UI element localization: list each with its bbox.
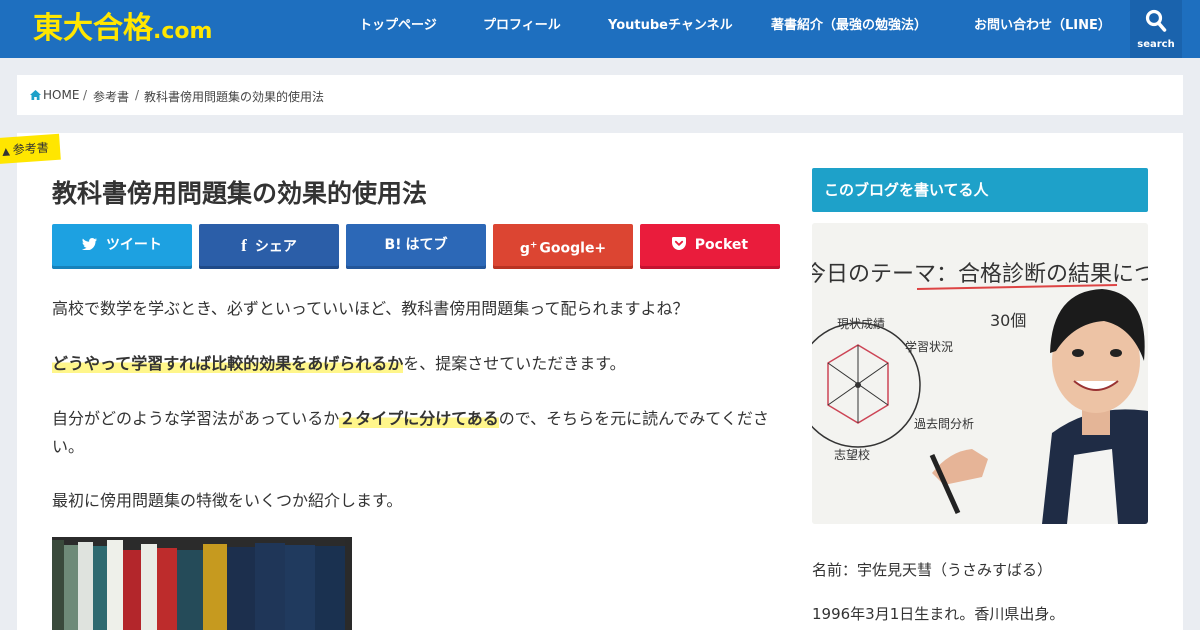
pocket-label: Pocket [694,237,749,253]
hatena-label: はてブ [405,237,448,253]
facebook-share-label: シェア [254,239,297,255]
chart-label-school: 志望校 [834,447,870,462]
article-image [52,537,352,630]
twitter-icon [82,237,102,253]
paragraph-intro: 高校で数学を学ぶとき、必ずといっていいほど、教科書傍用問題集って配られますよね？ [52,299,689,318]
tweet-button[interactable]: ツイート [52,224,192,269]
facebook-icon: f [241,236,247,255]
article-title: 教科書傍用問題集の効果的使用法 [52,179,428,208]
search-icon [1145,9,1167,32]
site-logo[interactable]: 東大合格.com [33,14,212,44]
facebook-share-button[interactable]: f シェア [199,224,339,269]
nav-item-top[interactable]: トップページ [359,14,437,33]
pocket-button[interactable]: Pocket [640,224,780,269]
logo-suffix: .com [153,19,213,44]
breadcrumb: HOME / 参考書 / 教科書傍用問題集の効果的使用法 [17,75,1183,115]
site-header: 東大合格.com トップページ プロフィール Youtubeチャンネル 著書紹介… [0,0,1200,58]
search-button[interactable]: search [1130,0,1182,58]
google-plus-button[interactable]: g+ Google+ [493,224,633,269]
paragraph-text: ので、そちらを元に読んでみてくださ [498,409,769,428]
nav-item-contact[interactable]: お問い合わせ（LINE） [974,14,1111,33]
category-badge[interactable]: ▲ 参考書 [0,133,61,165]
folder-icon: ▲ [1,146,11,158]
pocket-icon [671,237,691,253]
category-badge-label: 参考書 [12,140,50,157]
paragraph-features: 最初に傍用問題集の特徴をいくつか紹介します。 [52,491,403,510]
highlight-text: ２タイプに分けてある [339,409,499,428]
author-birth: 1996年3月1日生まれ。香川県出身。 [812,605,1065,623]
whiteboard-count: 30個 [990,311,1026,330]
hatena-bookmark-button[interactable]: B! はてブ [346,224,486,269]
chart-label-current: 現状成績 [837,317,885,331]
paragraph-text: 自分がどのような学習法があっているか [52,409,340,428]
highlight-text: どうやって学習すれば比較的効果をあげられるか [52,354,404,373]
paragraph-text: を、提案させていただきます。 [403,354,626,373]
nav-item-youtube[interactable]: Youtubeチャンネル [608,14,733,33]
google-plus-label: Google+ [539,240,607,257]
breadcrumb-category[interactable]: 参考書 [93,88,129,105]
author-photo: 今日のテーマ：合格診断の結果について 30個 現状成績 学習状況 過去問分析 志… [812,223,1148,524]
tweet-label: ツイート [105,237,162,253]
author-name: 名前：宇佐見天彗（うさみすばる） [812,561,1053,579]
whiteboard-title: 今日のテーマ：合格診断の結果について [812,262,1148,287]
nav-item-profile[interactable]: プロフィール [483,14,561,33]
sidebar-widget-title: このブログを書いてる人 [812,168,1148,212]
nav-item-books[interactable]: 著書紹介（最強の勉強法） [771,14,927,33]
logo-main: 東大合格 [33,11,153,46]
breadcrumb-home[interactable]: HOME [43,88,79,102]
chart-label-study: 学習状況 [905,339,953,354]
paragraph-types-wrap: い。 [52,437,85,456]
paragraph-proposal: どうやって学習すれば比較的効果をあげられるかを、提案させていただきます。 [52,350,626,374]
breadcrumb-current: 教科書傍用問題集の効果的使用法 [144,90,325,104]
breadcrumb-separator: / [83,88,88,102]
hatena-icon: B! [384,237,402,253]
home-icon [30,90,41,100]
paragraph-types: 自分がどのような学習法があっているか２タイプに分けてあるので、そちらを元に読んで… [52,405,769,429]
search-label: search [1137,39,1175,50]
chart-label-pastexam: 過去問分析 [914,417,974,431]
breadcrumb-separator: / [135,88,140,102]
google-plus-icon: g+ [519,240,538,257]
